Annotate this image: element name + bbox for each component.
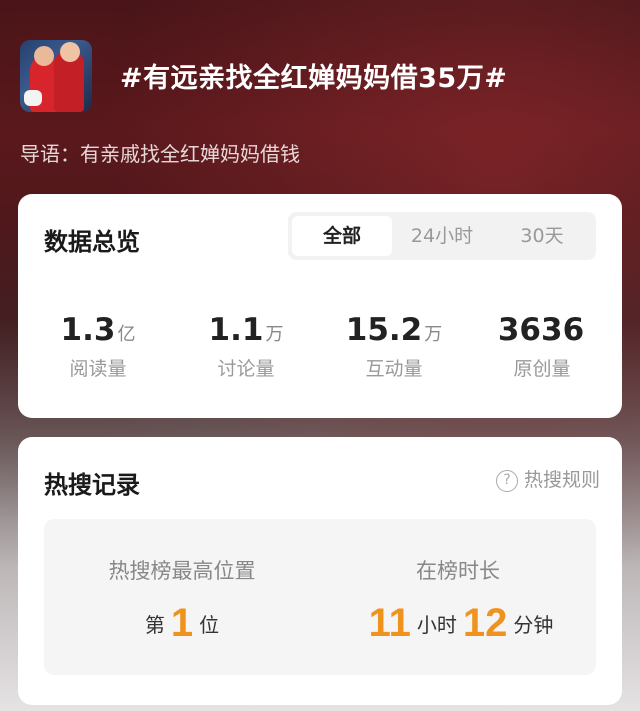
data-overview-title: 数据总览 bbox=[44, 228, 140, 256]
stat-label: 讨论量 bbox=[217, 358, 275, 380]
question-circle-icon: ? bbox=[495, 470, 518, 492]
time-range-tabs: 全部 24小时 30天 bbox=[288, 212, 596, 260]
stat-interactions: 15.2 万 互动量 bbox=[324, 312, 464, 381]
stat-unit: 万 bbox=[265, 324, 284, 345]
rank-suffix: 位 bbox=[199, 613, 220, 637]
stat-unit: 亿 bbox=[117, 324, 136, 345]
time-on-list-label: 在榜时长 bbox=[416, 559, 500, 583]
stat-label: 原创量 bbox=[513, 358, 571, 380]
data-overview-card: 数据总览 全部 24小时 30天 1.3 亿 阅读量 1.1 万 讨论量 15.2 万… bbox=[18, 194, 622, 418]
topic-header: #有远亲找全红婵妈妈借35万# bbox=[20, 40, 620, 116]
stat-discussions: 1.1 万 讨论量 bbox=[176, 312, 316, 381]
stat-value: 15.2 bbox=[345, 312, 423, 348]
hours-number: 11 bbox=[368, 601, 411, 645]
rank-prefix: 第 bbox=[144, 613, 165, 637]
rules-label: 热搜规则 bbox=[523, 469, 600, 491]
tab-30d[interactable]: 30天 bbox=[492, 216, 592, 256]
tab-all[interactable]: 全部 bbox=[292, 216, 392, 256]
rank-number: 1 bbox=[170, 601, 194, 645]
hot-search-title: 热搜记录 bbox=[44, 471, 140, 499]
stat-value: 1.1 bbox=[208, 312, 264, 348]
thumbnail-figure bbox=[24, 90, 42, 106]
stat-originals: 3636 原创量 bbox=[472, 312, 612, 381]
tab-24h[interactable]: 24小时 bbox=[392, 216, 492, 256]
stat-unit: 万 bbox=[424, 324, 443, 345]
thumbnail-figure bbox=[60, 42, 80, 62]
stat-label: 互动量 bbox=[365, 358, 423, 380]
topic-title: #有远亲找全红婵妈妈借35万# bbox=[120, 63, 508, 94]
topic-lead: 导语：有亲戚找全红婵妈妈借钱 bbox=[20, 142, 300, 166]
highest-position: 热搜榜最高位置 第1位 bbox=[44, 519, 320, 675]
time-on-list-value: 11 小时 12 分钟 bbox=[320, 601, 596, 646]
time-on-list: 在榜时长 11 小时 12 分钟 bbox=[320, 519, 596, 675]
stat-value: 1.3 bbox=[60, 312, 116, 348]
highest-position-label: 热搜榜最高位置 bbox=[108, 559, 256, 583]
minutes-unit: 分钟 bbox=[513, 613, 554, 637]
stat-label: 阅读量 bbox=[69, 358, 127, 380]
hot-search-record-panel: 热搜榜最高位置 第1位 在榜时长 11 小时 12 分钟 bbox=[44, 519, 596, 675]
hot-search-rules-link[interactable]: ? 热搜规则 bbox=[495, 465, 600, 492]
hours-unit: 小时 bbox=[416, 613, 457, 637]
stat-value: 3636 bbox=[497, 312, 585, 348]
stat-reads: 1.3 亿 阅读量 bbox=[28, 312, 168, 381]
hot-search-card: 热搜记录 ? 热搜规则 热搜榜最高位置 第1位 在榜时长 11 小时 12 分钟 bbox=[18, 437, 622, 705]
topic-thumbnail[interactable] bbox=[20, 40, 92, 112]
highest-position-value: 第1位 bbox=[44, 601, 320, 646]
thumbnail-figure bbox=[34, 46, 54, 66]
minutes-number: 12 bbox=[462, 601, 508, 645]
